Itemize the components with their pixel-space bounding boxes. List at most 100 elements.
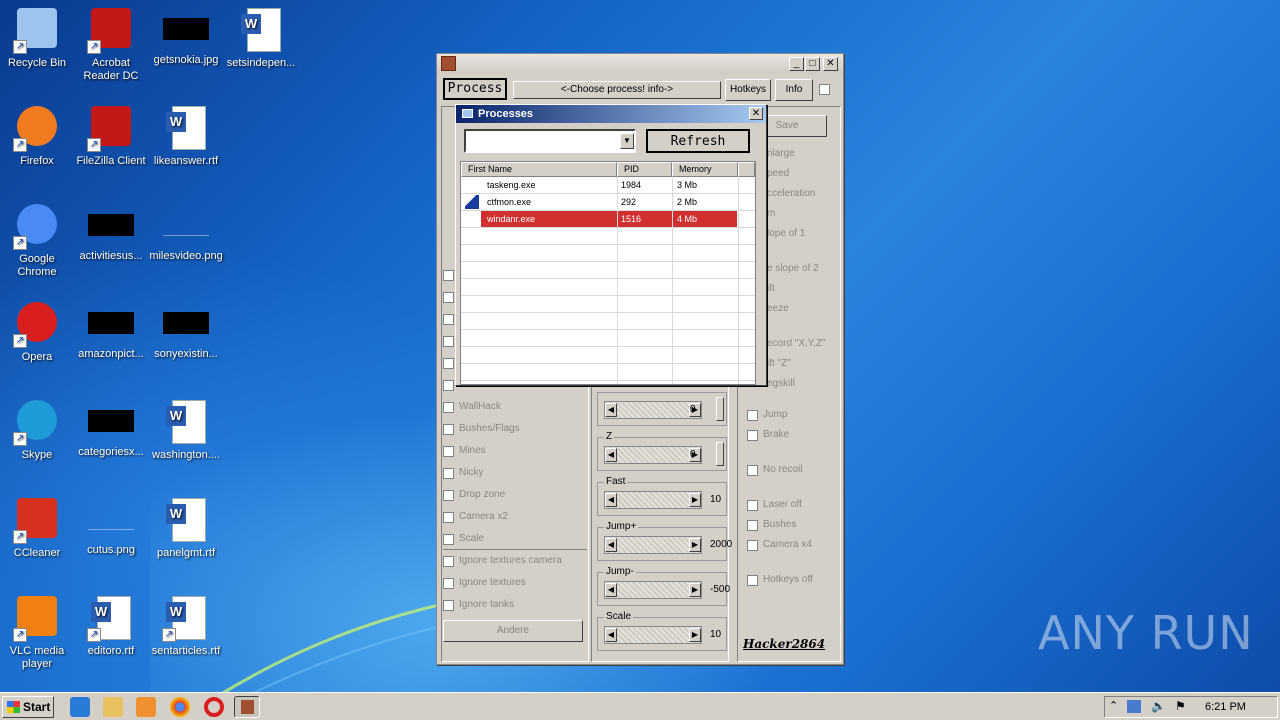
dialog-titlebar[interactable]: Processes ✕	[456, 105, 766, 123]
explorer-icon[interactable]	[103, 697, 123, 717]
option-label: m	[767, 208, 776, 219]
ie-icon[interactable]	[70, 697, 90, 717]
chrome-taskbar-icon[interactable]	[170, 697, 190, 717]
chevron-right-icon[interactable]: ▶	[689, 538, 701, 552]
option-checkbox[interactable]	[443, 534, 454, 545]
info-checkbox[interactable]	[819, 84, 830, 95]
slider-track[interactable]: ◀ ▶	[604, 401, 702, 419]
slider-track[interactable]: ◀ ▶	[604, 491, 702, 509]
desktop-icon[interactable]: ↗ Google Chrome	[0, 202, 74, 279]
desktop-icon[interactable]: ↗ Opera	[0, 300, 74, 364]
process-table[interactable]: First Name PID Memory taskeng.exe 1984 3 M…	[460, 161, 756, 385]
option-checkbox[interactable]	[443, 556, 454, 567]
minimize-button[interactable]: _	[789, 57, 804, 71]
column-header-pid[interactable]: PID	[617, 162, 672, 177]
clock[interactable]: 6:21 PM	[1205, 701, 1246, 713]
desktop-icon[interactable]: cutus.png	[74, 496, 148, 557]
chevron-down-icon[interactable]: ▼	[620, 133, 634, 149]
slider-knob[interactable]	[716, 397, 724, 421]
window-titlebar[interactable]: _ □ ✕	[437, 54, 843, 74]
column-header-first-name[interactable]: First Name	[461, 162, 617, 177]
hack-tool-taskbar-button[interactable]	[234, 696, 260, 718]
refresh-button[interactable]: Refresh	[646, 129, 750, 153]
option-checkbox[interactable]	[443, 468, 454, 479]
slider-knob[interactable]	[716, 442, 724, 466]
desktop-icon[interactable]: Wpanelgmt.rtf	[149, 496, 223, 560]
chevron-left-icon[interactable]: ◀	[605, 448, 617, 462]
option-checkbox[interactable]	[443, 490, 454, 501]
option-checkbox[interactable]	[443, 402, 454, 413]
option-checkbox[interactable]	[747, 540, 758, 551]
column-header-memory[interactable]: Memory	[672, 162, 738, 177]
slider-track[interactable]: ◀ ▶	[604, 626, 702, 644]
desktop-icon[interactable]: ↗ VLC media player	[0, 594, 74, 671]
desktop-icon[interactable]: milesvideo.png	[149, 202, 223, 263]
chevron-left-icon[interactable]: ◀	[605, 628, 617, 642]
option-checkbox[interactable]	[747, 430, 758, 441]
slider-track[interactable]: ◀ ▶	[604, 581, 702, 599]
option-checkbox[interactable]	[443, 270, 454, 281]
desktop-icon[interactable]: ↗ Firefox	[0, 104, 74, 168]
opera-taskbar-icon[interactable]	[204, 697, 224, 717]
table-row[interactable]: windanr.exe 1516 4 Mb	[461, 211, 755, 228]
option-checkbox[interactable]	[747, 575, 758, 586]
choose-process-button[interactable]: <-Choose process! info->	[513, 81, 721, 99]
chevron-left-icon[interactable]: ◀	[605, 583, 617, 597]
option-checkbox[interactable]	[443, 424, 454, 435]
option-checkbox[interactable]	[443, 336, 454, 347]
option-checkbox[interactable]	[747, 410, 758, 421]
desktop-icon[interactable]: Wwashington....	[149, 398, 223, 462]
desktop-icon[interactable]: ↗ Acrobat Reader DC	[74, 6, 148, 83]
slider-track[interactable]: ◀ ▶	[604, 446, 702, 464]
desktop-icon[interactable]: sonyexistin...	[149, 300, 223, 361]
andere-button[interactable]: Andere	[443, 620, 583, 642]
desktop-icon[interactable]: categoriesx...	[74, 398, 148, 459]
hotkeys-button[interactable]: Hotkeys	[725, 79, 771, 101]
desktop-icon[interactable]: ↗ Skype	[0, 398, 74, 462]
desktop-icon[interactable]: W ↗ editoro.rtf	[74, 594, 148, 658]
option-checkbox[interactable]	[443, 578, 454, 589]
chevron-left-icon[interactable]: ◀	[605, 538, 617, 552]
slider-track[interactable]: ◀ ▶	[604, 536, 702, 554]
volume-icon[interactable]: 🔈	[1151, 699, 1166, 713]
show-hidden-icons-icon[interactable]: ⌃	[1109, 699, 1118, 712]
option-checkbox[interactable]	[747, 520, 758, 531]
desktop-icon[interactable]: ↗ CCleaner	[0, 496, 74, 560]
process-dropdown[interactable]: ▼	[464, 129, 636, 153]
maximize-button[interactable]: □	[805, 57, 820, 71]
processes-dialog[interactable]: Processes ✕ ▼ Refresh First Name PID Mem…	[455, 104, 767, 386]
start-button[interactable]: Start	[2, 696, 54, 718]
option-checkbox[interactable]	[443, 358, 454, 369]
option-checkbox[interactable]	[747, 465, 758, 476]
option-checkbox[interactable]	[443, 600, 454, 611]
desktop-icon[interactable]: getsnokia.jpg	[149, 6, 223, 67]
desktop-icon[interactable]: ↗ FileZilla Client	[74, 104, 148, 168]
media-player-icon[interactable]	[136, 697, 156, 717]
table-row[interactable]: ctfmon.exe 292 2 Mb	[461, 194, 755, 211]
action-center-flag-icon[interactable]: ⚑	[1175, 699, 1186, 713]
option-checkbox[interactable]	[443, 314, 454, 325]
option-checkbox[interactable]	[443, 446, 454, 457]
dialog-close-button[interactable]: ✕	[749, 107, 763, 120]
info-button[interactable]: Info	[775, 79, 813, 101]
desktop-icon[interactable]: ↗ Recycle Bin	[0, 6, 74, 70]
desktop-icon[interactable]: W ↗ sentarticles.rtf	[149, 594, 223, 658]
network-icon[interactable]	[1127, 700, 1141, 713]
process-button[interactable]: Process	[443, 78, 507, 100]
chevron-left-icon[interactable]: ◀	[605, 493, 617, 507]
slider-label: Z	[604, 431, 615, 442]
chevron-left-icon[interactable]: ◀	[605, 403, 617, 417]
chevron-right-icon[interactable]: ▶	[689, 493, 701, 507]
option-checkbox[interactable]	[443, 292, 454, 303]
chevron-right-icon[interactable]: ▶	[689, 628, 701, 642]
option-checkbox[interactable]	[443, 380, 454, 391]
chevron-right-icon[interactable]: ▶	[689, 583, 701, 597]
table-row[interactable]: taskeng.exe 1984 3 Mb	[461, 177, 755, 194]
desktop-icon[interactable]: amazonpict...	[74, 300, 148, 361]
close-button[interactable]: ✕	[823, 57, 838, 71]
option-checkbox[interactable]	[747, 500, 758, 511]
desktop-icon[interactable]: Wsetsindepen...	[224, 6, 298, 70]
desktop-icon[interactable]: activitiesus...	[74, 202, 148, 263]
desktop-icon[interactable]: Wlikeanswer.rtf	[149, 104, 223, 168]
option-checkbox[interactable]	[443, 512, 454, 523]
